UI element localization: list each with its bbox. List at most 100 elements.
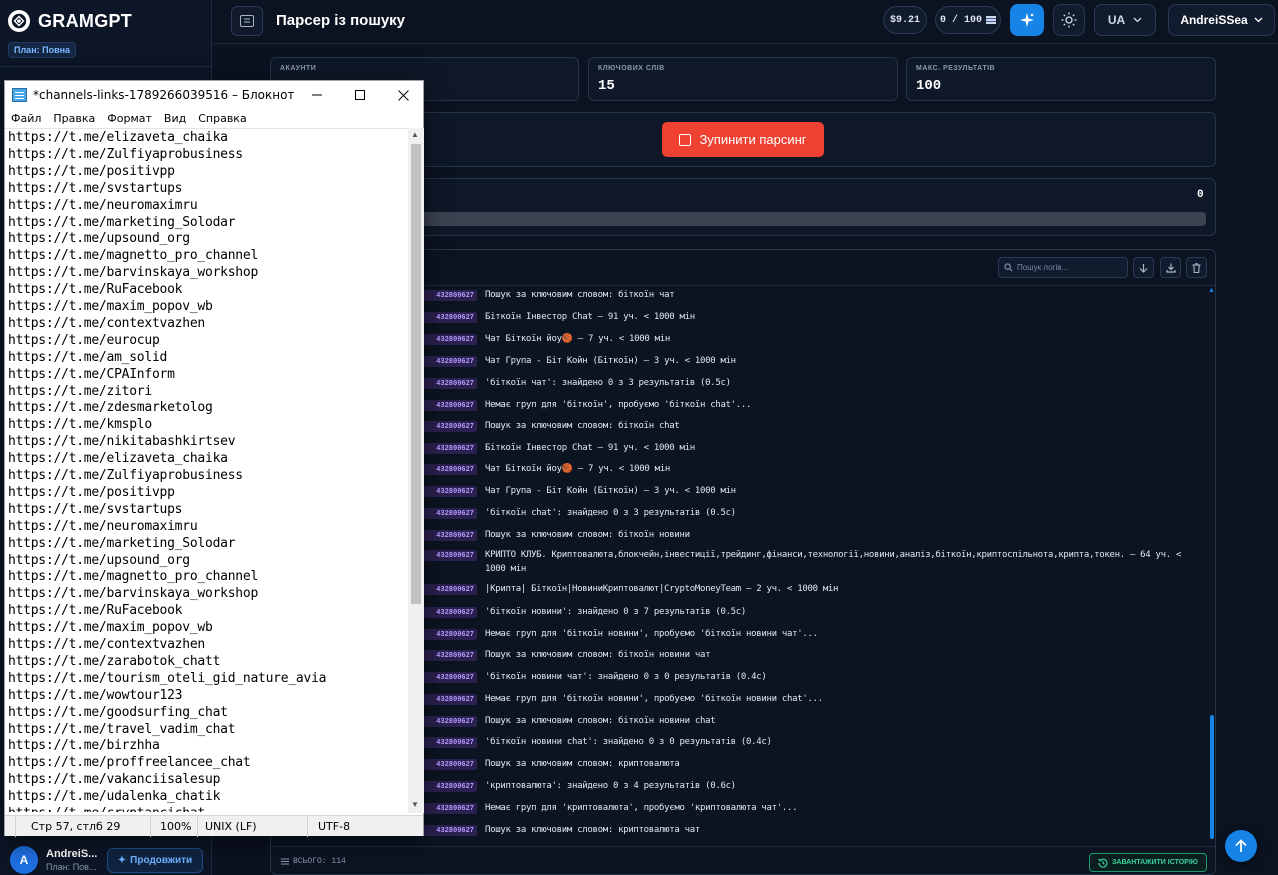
notepad-line: https://t.me/svstartups [8,501,183,517]
brand[interactable]: GRAMGPT [8,10,132,32]
log-entry-tag: 432800627 [423,464,477,475]
log-entry-tag: 432800627 [423,672,477,683]
notepad-text-area[interactable]: https://t.me/elizaveta_chaika https://t.m… [5,128,408,812]
menu-file[interactable]: Файл [5,112,47,125]
notepad-line: https://t.me/upsound_org [8,552,190,568]
theme-toggle-button[interactable] [1053,4,1085,36]
log-entry-text: Немає груп для 'біткоїн новини', пробуєм… [485,694,823,704]
load-history-button[interactable]: ЗАВАНТАЖИТИ ІСТОРІЮ [1089,853,1207,872]
log-entry-tag: 432800627 [423,508,477,519]
clear-logs-button[interactable] [1186,257,1207,278]
status-position: Стр 57, стлб 29 [31,820,121,833]
menu-format[interactable]: Формат [101,112,158,125]
notepad-line: https://t.me/travel_vadim_chat [8,721,236,737]
stop-parsing-button[interactable]: Зупинити парсинг [662,122,824,157]
plan-badge: План: Повна [8,42,77,58]
notepad-line: https://t.me/elizaveta_chaika [8,130,228,145]
ai-assistant-button[interactable] [1010,4,1044,36]
notepad-scrollbar[interactable]: ▲ ▼ [408,128,424,813]
stat-value: 15 [598,78,615,94]
notepad-line: https://t.me/Zulfiyaprobusiness [8,146,243,162]
notepad-line: https://t.me/barvinskaya_workshop [8,265,259,281]
stat-label: МАКС. РЕЗУЛЬТАТІВ [916,65,996,72]
chevron-down-icon [1133,17,1142,23]
log-entry-text: Біткоїн Інвестор Chat — 91 уч. < 1000 мі… [485,312,695,322]
balance-badge[interactable]: $9.21 [883,6,927,34]
log-entry-tag: 432800627 [423,443,477,454]
sidebar-toggle-icon [240,15,254,27]
trash-icon [1192,262,1201,273]
log-entry-text: Немає груп для 'криптовалюта', пробуємо … [485,803,798,813]
notepad-line: https://t.me/CPAInform [8,366,175,382]
upgrade-button[interactable]: ✦ Продовжити [107,848,203,873]
log-entry-tag: 432800627 [423,486,477,497]
notepad-line: https://t.me/zarabotok_chatt [8,653,221,669]
scroll-down-arrow-icon[interactable]: ▼ [411,800,419,809]
stop-parsing-label: Зупинити парсинг [699,132,807,147]
log-total: ВСЬОГО: 114 [281,857,346,866]
arrow-up-icon [1235,839,1247,852]
history-icon [1098,858,1108,868]
user-menu-button[interactable]: AndreiSSea [1168,4,1275,36]
notepad-line: https://t.me/upsound_org [8,231,190,247]
notepad-line: https://t.me/neuromaximru [8,197,198,213]
log-entry-text: 'біткоїн чат': знайдено 0 з 3 результаті… [485,378,731,388]
log-entry-tag: 432800627 [423,356,477,367]
log-entry-text: Немає груп для 'біткоїн новини', пробуєм… [485,629,818,639]
log-search-placeholder: Пошук логів... [1017,263,1069,272]
stat-label: АКАУНТИ [280,65,317,72]
arrow-down-icon [1139,263,1148,273]
log-total-label: ВСЬОГО: 114 [293,857,346,866]
stat-card-keywords: КЛЮЧОВИХ СЛІВ 15 [588,57,898,101]
notepad-scroll-thumb[interactable] [411,144,421,604]
log-entry-text: Пошук за ключовим словом: біткоїн chat [485,421,680,431]
notepad-line: https://t.me/udalenka_chatik [8,789,221,805]
notepad-titlebar[interactable]: *channels-links-1789266039516 – Блокнот [5,81,423,109]
sidebar-user[interactable]: A AndreiS... План: Пов... [10,846,97,874]
log-entry-text: Пошук за ключовим словом: криптовалюта ч… [485,825,700,835]
log-entry-tag: 432800627 [423,694,477,705]
notepad-line: https://t.me/maxim_popov_wb [8,299,213,314]
menu-help[interactable]: Справка [192,112,252,125]
log-entry-tag: 432800627 [423,378,477,389]
log-entry-text: 'біткоїн новини': знайдено 0 з 7 результ… [485,607,747,617]
notepad-line: https://t.me/positivpp [8,484,175,500]
log-search-input[interactable]: Пошук логів... [998,257,1128,278]
maximize-icon [355,90,365,100]
scroll-up-arrow-icon[interactable]: ▲ [1208,287,1215,294]
progress-count: 0 [1197,189,1204,201]
notepad-title: *channels-links-1789266039516 – Блокнот [33,88,295,102]
notepad-line: https://t.me/RuFacebook [8,603,183,619]
download-logs-button[interactable] [1160,257,1181,278]
usage-badge[interactable]: 0 / 100 [935,6,1001,34]
menu-toggle-button[interactable] [231,6,263,36]
scroll-up-arrow-icon[interactable]: ▲ [411,130,419,139]
close-button[interactable] [381,81,425,109]
notepad-line: https://t.me/positivpp [8,163,175,179]
scroll-to-top-button[interactable] [1225,830,1257,862]
menu-view[interactable]: Вид [158,112,192,125]
scroll-down-button[interactable] [1133,257,1154,278]
log-entry-tag: 432800627 [423,629,477,640]
sidebar-user-plan: План: Пов... [46,862,97,872]
balance-value: $9.21 [889,14,920,26]
log-entry-tag: 432800627 [423,737,477,748]
language-value: UA [1107,13,1126,27]
notepad-window[interactable]: *channels-links-1789266039516 – Блокнот … [4,80,424,837]
notepad-menu-bar: Файл Правка Формат Вид Справка [5,109,423,128]
log-entry-tag: 432800627 [423,825,477,836]
language-select[interactable]: UA [1094,4,1156,36]
notepad-line: https://t.me/magnetto_pro_channel [8,569,259,585]
maximize-button[interactable] [338,81,382,109]
status-zoom: 100% [160,820,192,833]
menu-edit[interactable]: Правка [47,112,101,125]
log-entry-text: Чат Група - Біт Койн (Біткоїн) — 3 уч. <… [485,486,736,496]
log-entry-tag: 432800627 [423,650,477,661]
flag-icon [986,16,996,24]
status-encoding: UTF-8 [318,820,351,833]
notepad-line: https://t.me/zdesmarketolog [8,400,213,416]
minimize-button[interactable] [295,81,339,109]
log-entry-text: 'криптовалюта': знайдено 0 з 4 результат… [485,781,736,791]
log-scrollbar[interactable] [1210,715,1214,839]
minimize-icon [312,94,322,96]
